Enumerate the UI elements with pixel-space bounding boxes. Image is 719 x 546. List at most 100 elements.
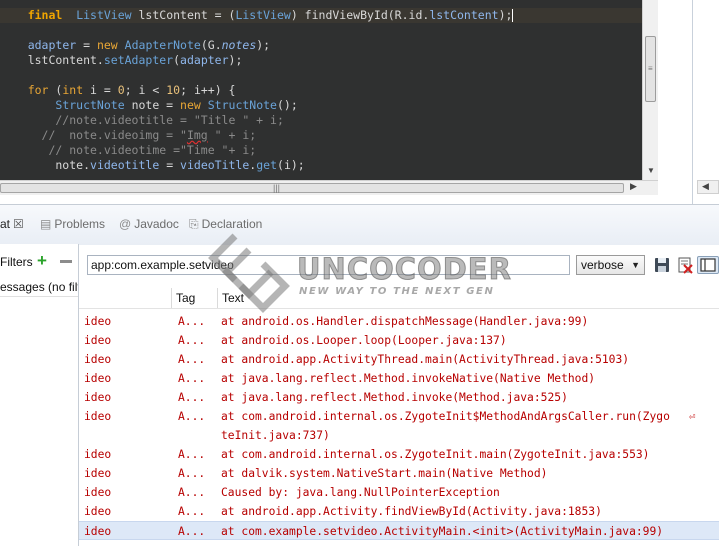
line-wrap-icon: ⏎ <box>689 410 696 423</box>
log-app-cell: ideo <box>84 372 112 385</box>
code-keyword: new <box>180 98 201 112</box>
log-level-value: verbose <box>581 258 624 272</box>
log-text-cell: at android.app.Activity.findViewById(Act… <box>221 505 602 518</box>
log-row[interactable]: ideo A... at android.app.ActivityThread.ma… <box>79 350 719 369</box>
code-method: setAdapter <box>103 53 174 67</box>
outline-horizontal-scrollbar[interactable]: ◀ <box>697 180 719 194</box>
toggle-panel-button[interactable] <box>697 256 719 274</box>
code-line[interactable]: // note.videotime ="Time "+ i; <box>0 143 658 158</box>
code-field: adapter <box>27 38 77 52</box>
log-table-header: Tag Text <box>79 288 719 309</box>
scrollbar-thumb[interactable]: ≡ <box>645 36 656 102</box>
log-text-cell: at com.android.internal.os.ZygoteInit$Me… <box>221 410 670 423</box>
log-row[interactable]: ideo A... at android.app.Activity.findView… <box>79 502 719 521</box>
tab-label: at <box>0 217 11 231</box>
log-app-cell: ideo <box>84 448 112 461</box>
log-app-cell: ideo <box>84 334 112 347</box>
filters-header: Filters + <box>0 251 78 272</box>
spelling-error-marker: Img <box>186 128 208 142</box>
log-row[interactable]: ideo A... at com.android.internal.os.Zygot… <box>79 445 719 464</box>
code-keyword: final <box>27 8 63 22</box>
log-app-cell: ideo <box>84 486 112 499</box>
log-text-cell: at com.android.internal.os.ZygoteInit.ma… <box>221 448 650 461</box>
scroll-left-arrow-icon[interactable]: ◀ <box>702 181 709 192</box>
code-line[interactable]: //note.videotitle = "Title " + i; <box>0 113 658 128</box>
log-tag-cell: A... <box>178 467 206 480</box>
code-line[interactable]: for (int i = 0; i < 10; i++) { <box>0 83 658 98</box>
log-app-cell: ideo <box>84 505 112 518</box>
code-line[interactable]: final ListView lstContent = (ListView) f… <box>0 8 658 23</box>
log-text-cell: at android.os.Looper.loop(Looper.java:13… <box>221 334 507 347</box>
declaration-icon: ⎘ <box>189 217 199 231</box>
tab-javadoc[interactable]: @ Javadoc <box>119 215 179 233</box>
tab-problems[interactable]: ▤ Problems <box>40 215 105 233</box>
tab-logcat[interactable]: at ☒ <box>0 215 24 233</box>
code-type: ListView <box>235 8 291 22</box>
code-number: 0 <box>117 83 125 97</box>
add-icon[interactable]: + <box>37 251 47 271</box>
filter-item-all-messages[interactable]: essages (no filt <box>0 278 78 297</box>
toggle-panel-icon <box>700 258 716 272</box>
log-tag-cell: A... <box>178 334 206 347</box>
clear-log-button[interactable] <box>676 256 694 274</box>
javadoc-icon: @ <box>119 217 132 231</box>
log-text-cell: Caused by: java.lang.NullPointerExceptio… <box>221 486 500 499</box>
log-text-cell: at android.os.Handler.dispatchMessage(Ha… <box>221 315 589 328</box>
log-app-cell: ideo <box>84 525 112 538</box>
code-type: StructNote <box>55 98 125 112</box>
code-editor[interactable]: final ListView lstContent = (ListView) f… <box>0 0 658 180</box>
editor-vertical-scrollbar[interactable]: ≡ ▼ <box>642 0 658 180</box>
grip-icon: ≡ <box>648 64 653 73</box>
log-tag-cell: A... <box>178 391 206 404</box>
code-field: videoTitle <box>180 158 250 172</box>
log-app-cell: ideo <box>84 467 112 480</box>
log-tag-cell: A... <box>178 353 206 366</box>
log-tag-cell: A... <box>178 486 206 499</box>
close-icon[interactable]: ☒ <box>13 217 24 231</box>
code-line[interactable]: lstContent.setAdapter(adapter); <box>0 53 658 68</box>
remove-icon[interactable] <box>60 260 72 263</box>
code-field: adapter <box>180 53 229 67</box>
code-method: get <box>256 158 278 172</box>
log-row[interactable]: ideo A... at com.android.internal.os.Zygot… <box>79 407 719 426</box>
log-row[interactable]: teInit.java:737) <box>79 426 719 445</box>
problems-icon: ▤ <box>40 217 52 231</box>
scrollbar-thumb[interactable]: ||| <box>0 183 624 193</box>
log-tag-cell: A... <box>178 448 206 461</box>
log-row[interactable]: ideo A... at java.lang.reflect.Method.invo… <box>79 369 719 388</box>
log-row[interactable]: ideo A... Caused by: java.lang.NullPointer… <box>79 483 719 502</box>
chevron-down-icon: ▼ <box>631 260 640 270</box>
grip-icon: ||| <box>273 183 281 193</box>
log-app-cell: ideo <box>84 410 112 423</box>
code-static-field: notes <box>221 38 257 52</box>
column-header-text[interactable]: Text <box>217 288 719 308</box>
log-tag-cell: A... <box>178 410 206 423</box>
log-row[interactable]: ideo A... at android.os.Handler.dispatchMe… <box>79 312 719 331</box>
log-table-body[interactable]: ideo A... at android.os.Handler.dispatchMe… <box>79 312 719 546</box>
scroll-right-arrow-icon[interactable]: ▶ <box>630 181 637 192</box>
code-line[interactable]: adapter = new AdapterNote(G.notes); <box>0 38 658 53</box>
scroll-down-arrow-icon[interactable]: ▼ <box>647 166 655 175</box>
column-header-tag[interactable]: Tag <box>171 288 221 308</box>
code-line[interactable]: note.videotitle = videoTitle.get(i); <box>0 158 658 173</box>
code-keyword: for <box>27 83 49 97</box>
log-row[interactable]: ideo A... at android.os.Looper.loop(Looper… <box>79 331 719 350</box>
logcat-filters-panel: Filters + essages (no filt <box>0 244 79 546</box>
log-row[interactable]: ideo A... at dalvik.system.NativeStart.mai… <box>79 464 719 483</box>
code-type: ListView <box>76 8 132 22</box>
log-tag-cell: A... <box>178 505 206 518</box>
log-tag-cell: A... <box>178 315 206 328</box>
log-level-select[interactable]: verbose ▼ <box>576 255 645 275</box>
code-field: videotitle <box>90 158 160 172</box>
search-input[interactable] <box>87 255 570 275</box>
outline-view <box>693 0 719 204</box>
save-button[interactable] <box>653 256 671 274</box>
code-line[interactable]: // note.videoimg = "Img " + i; <box>0 128 658 143</box>
log-row[interactable]: ideo A... at java.lang.reflect.Method.invo… <box>79 388 719 407</box>
log-row[interactable]: ideo A... at com.example.setvideo.Activity… <box>79 521 719 540</box>
code-line[interactable]: StructNote note = new StructNote(); <box>0 98 658 113</box>
code-number: 10 <box>166 83 181 97</box>
log-text-cell: at com.example.setvideo.ActivityMain.<in… <box>221 525 664 538</box>
editor-horizontal-scrollbar[interactable]: ||| ▶ <box>0 180 658 195</box>
tab-declaration[interactable]: ⎘ Declaration <box>189 215 262 233</box>
